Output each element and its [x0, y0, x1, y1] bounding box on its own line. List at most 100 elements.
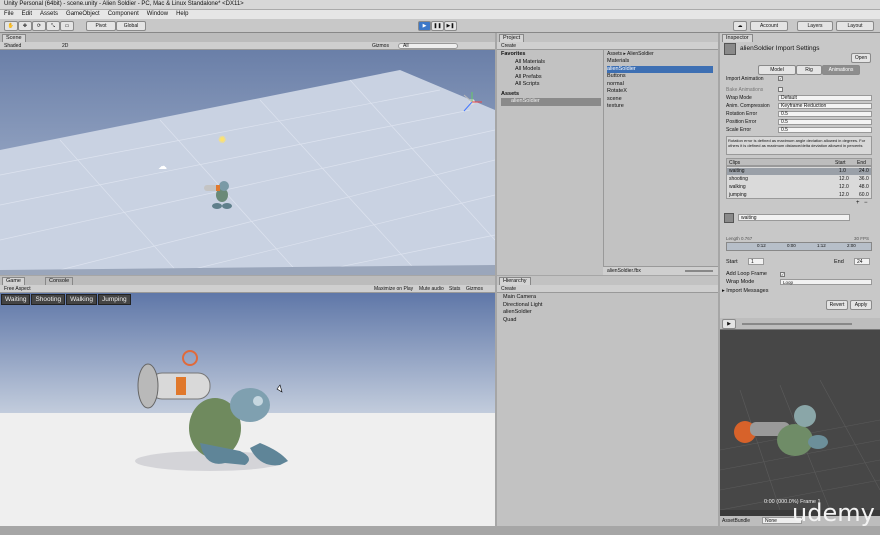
menu-window[interactable]: Window — [147, 11, 168, 18]
loop-wrap-dropdown[interactable]: Loop — [780, 279, 872, 285]
wrap-mode-dropdown[interactable]: Default — [778, 94, 872, 101]
tab-game[interactable]: Game — [2, 277, 25, 285]
menu-edit[interactable]: Edit — [22, 11, 32, 18]
clip-row[interactable]: waiting 1.0 24.0 — [727, 168, 871, 175]
tab-inspector[interactable]: Inspector — [722, 34, 753, 42]
project-breadcrumb[interactable]: Assets ▸ AlienSoldier — [607, 51, 654, 57]
tab-project[interactable]: Project — [499, 34, 525, 42]
hierarchy-main-camera[interactable]: Main Camera — [503, 294, 703, 302]
orientation-gizmo-icon[interactable] — [461, 91, 483, 113]
position-error-label: Position Error — [726, 118, 757, 125]
scene-viewport[interactable] — [0, 50, 495, 275]
scene-search-input[interactable]: All — [398, 43, 458, 49]
fav-all-models[interactable]: All Models — [501, 66, 601, 74]
scale-error-input[interactable]: 0.5 — [778, 126, 872, 133]
hand-tool-icon[interactable]: ✋ — [4, 21, 18, 31]
start-input[interactable]: 1 — [748, 258, 764, 265]
clip-timeline[interactable]: 0:12 0:00 1:12 2:00 — [726, 242, 872, 251]
tab-rig[interactable]: Rig — [796, 65, 822, 75]
hierarchy-directional-light[interactable]: Directional Light — [503, 302, 703, 310]
scale-tool-icon[interactable]: ⤡ — [46, 21, 60, 31]
file-rotatex[interactable]: RotateX — [607, 88, 713, 96]
loop-frame-checkbox[interactable]: ✓ — [780, 272, 785, 277]
tab-model[interactable]: Model — [758, 65, 796, 75]
sun-gizmo-icon[interactable]: ✺ — [218, 135, 228, 146]
2d-toggle[interactable]: 2D — [62, 43, 68, 49]
position-error-input[interactable]: 0.5 — [778, 118, 872, 125]
import-animation-checkbox[interactable]: ✓ — [778, 76, 783, 81]
fav-all-scripts[interactable]: All Scripts — [501, 81, 601, 89]
clip-name-input[interactable]: waiting — [738, 214, 850, 221]
tab-console[interactable]: Console — [45, 277, 74, 285]
hierarchy-create-button[interactable]: Create — [501, 286, 516, 292]
aspect-dropdown[interactable]: Free Aspect — [4, 286, 31, 292]
tab-hierarchy[interactable]: Hierarchy — [499, 277, 531, 285]
shooting-button[interactable]: Shooting — [31, 294, 66, 305]
file-scene[interactable]: scene — [607, 96, 713, 104]
rotation-error-input[interactable]: 0.5 — [778, 110, 872, 117]
revert-button[interactable]: Revert — [826, 300, 848, 310]
jumping-button[interactable]: Jumping — [98, 294, 131, 305]
file-alien-soldier[interactable]: alienSoldier — [607, 65, 713, 73]
scene-panel: Scene Shaded 2D Gizmos All ☁ ✺ — [0, 33, 495, 275]
favorites-header[interactable]: Favorites — [501, 51, 601, 59]
file-materials[interactable]: Materials — [607, 58, 713, 66]
rect-tool-icon[interactable]: ▭ — [60, 21, 74, 31]
preview-viewport[interactable] — [720, 330, 880, 510]
game-gizmos-toggle[interactable]: Gizmos — [466, 286, 483, 292]
clip-row[interactable]: shooting 12.0 36.0 — [727, 176, 871, 183]
hierarchy-quad[interactable]: Quad — [503, 317, 703, 325]
layers-dropdown[interactable]: Layers — [797, 21, 833, 31]
step-icon[interactable]: ▶❚ — [444, 21, 457, 31]
layout-dropdown[interactable]: Layout — [836, 21, 874, 31]
account-dropdown[interactable]: Account — [750, 21, 788, 31]
move-tool-icon[interactable]: ✥ — [18, 21, 32, 31]
pause-icon[interactable]: ❚❚ — [431, 21, 444, 31]
apply-button[interactable]: Apply — [850, 300, 872, 310]
maximize-toggle[interactable]: Maximize on Play — [374, 286, 413, 292]
icon-size-slider[interactable] — [685, 270, 713, 272]
menu-gameobject[interactable]: GameObject — [66, 11, 100, 18]
waiting-button[interactable]: Waiting — [1, 294, 31, 305]
hierarchy-alien-soldier[interactable]: alienSoldier — [503, 309, 703, 317]
import-messages-foldout[interactable]: ▸ Import Messages — [722, 288, 768, 294]
menu-assets[interactable]: Assets — [40, 11, 58, 18]
walking-button[interactable]: Walking — [66, 294, 97, 305]
remove-clip-icon[interactable]: − — [864, 200, 868, 206]
fav-all-materials[interactable]: All Materials — [501, 59, 601, 67]
file-normal[interactable]: normal — [607, 81, 713, 89]
gizmos-dropdown[interactable]: Gizmos — [372, 43, 389, 49]
assets-header[interactable]: Assets — [501, 91, 601, 99]
file-buttons[interactable]: Buttons — [607, 73, 713, 81]
pivot-button[interactable]: Pivot — [86, 21, 116, 31]
tab-animations[interactable]: Animations — [822, 65, 860, 75]
menu-file[interactable]: File — [4, 11, 14, 18]
stats-toggle[interactable]: Stats — [449, 286, 460, 292]
anim-compression-dropdown[interactable]: Keyframe Reduction — [778, 102, 872, 109]
shaded-dropdown[interactable]: Shaded — [4, 43, 21, 49]
clip-row[interactable]: jumping 12.0 60.0 — [727, 192, 871, 199]
light-gizmo-icon[interactable]: ☁ — [158, 161, 168, 171]
file-texture[interactable]: texture — [607, 103, 713, 111]
play-icon[interactable]: ▶ — [418, 21, 431, 31]
preview-play-icon[interactable]: ▶ — [722, 319, 736, 329]
open-button[interactable]: Open — [851, 53, 871, 63]
rotate-tool-icon[interactable]: ⟳ — [32, 21, 46, 31]
fav-all-prefabs[interactable]: All Prefabs — [501, 74, 601, 82]
menu-help[interactable]: Help — [176, 11, 188, 18]
end-input[interactable]: 24 — [854, 258, 870, 265]
global-button[interactable]: Global — [116, 21, 146, 31]
bake-animations-checkbox[interactable] — [778, 87, 783, 92]
cloud-icon[interactable]: ☁ — [733, 21, 747, 31]
clip-name: jumping — [729, 192, 747, 198]
add-clip-icon[interactable]: + — [856, 200, 860, 206]
tab-scene[interactable]: Scene — [2, 34, 26, 42]
preview-speed-slider[interactable] — [742, 323, 852, 325]
menu-component[interactable]: Component — [108, 11, 139, 18]
mute-toggle[interactable]: Mute audio — [419, 286, 444, 292]
clip-row[interactable]: walking 12.0 48.0 — [727, 184, 871, 191]
project-create-button[interactable]: Create — [501, 43, 516, 49]
alien-soldier-model[interactable] — [202, 173, 234, 213]
folder-alien-soldier[interactable]: alienSoldier — [501, 98, 601, 106]
game-viewport[interactable] — [0, 293, 495, 526]
